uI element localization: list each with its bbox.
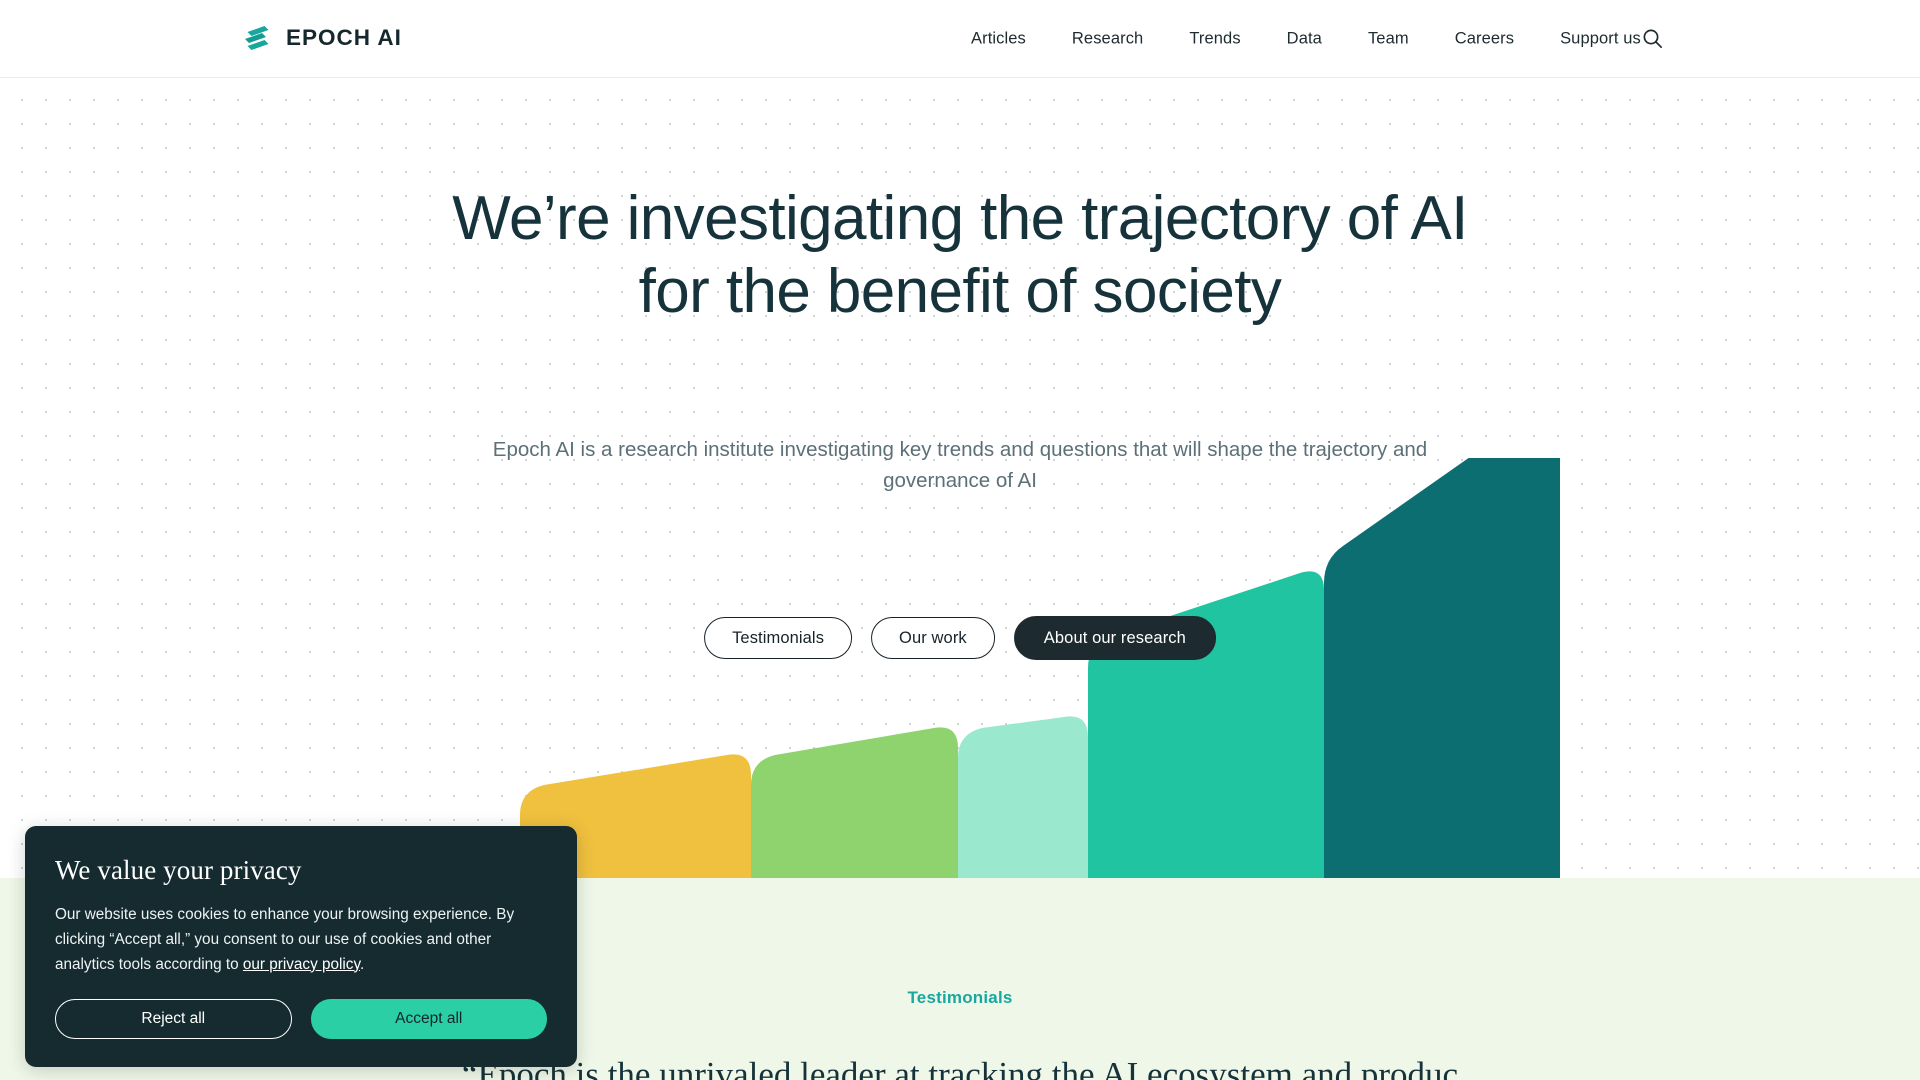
- hero-content: We’re investigating the trajectory of AI…: [0, 78, 1920, 878]
- cookie-consent-banner: We value your privacy Our website uses c…: [25, 826, 577, 1068]
- nav-item-data[interactable]: Data: [1264, 23, 1345, 54]
- nav-item-careers[interactable]: Careers: [1432, 23, 1537, 54]
- brand-logo-link[interactable]: EPOCH AI: [243, 24, 402, 54]
- nav-item-team[interactable]: Team: [1345, 23, 1432, 54]
- hero-section: We’re investigating the trajectory of AI…: [0, 78, 1920, 878]
- testimonials-section-label: Testimonials: [907, 988, 1013, 1007]
- hero-cta-group: Testimonials Our work About our research: [704, 616, 1216, 660]
- hero-subtitle: Epoch AI is a research institute investi…: [492, 438, 1428, 493]
- main-navigation: Articles Research Trends Data Team Caree…: [948, 23, 1664, 54]
- site-header: EPOCH AI Articles Research Trends Data T…: [0, 0, 1920, 78]
- epoch-bars-logo-icon: [243, 24, 273, 54]
- brand-name: EPOCH AI: [286, 25, 402, 51]
- nav-item-articles[interactable]: Articles: [948, 23, 1049, 54]
- page-title: We’re investigating the trajectory of AI…: [452, 184, 1468, 326]
- accept-all-button[interactable]: Accept all: [310, 999, 547, 1040]
- cookie-banner-actions: Reject all Accept all: [55, 999, 547, 1040]
- cookie-body-text-after: .: [359, 955, 365, 973]
- cookie-banner-body: Our website uses cookies to enhance your…: [55, 903, 547, 977]
- reject-all-button[interactable]: Reject all: [55, 999, 292, 1040]
- page-root: EPOCH AI Articles Research Trends Data T…: [0, 0, 1920, 1080]
- nav-item-trends[interactable]: Trends: [1166, 23, 1263, 54]
- testimonials-button[interactable]: Testimonials: [704, 617, 853, 659]
- our-work-button[interactable]: Our work: [871, 617, 995, 659]
- privacy-policy-link[interactable]: our privacy policy: [243, 956, 360, 973]
- nav-item-research[interactable]: Research: [1049, 23, 1166, 54]
- about-our-research-button[interactable]: About our research: [1013, 616, 1216, 660]
- cookie-banner-title: We value your privacy: [55, 855, 302, 885]
- search-icon[interactable]: [1637, 24, 1667, 54]
